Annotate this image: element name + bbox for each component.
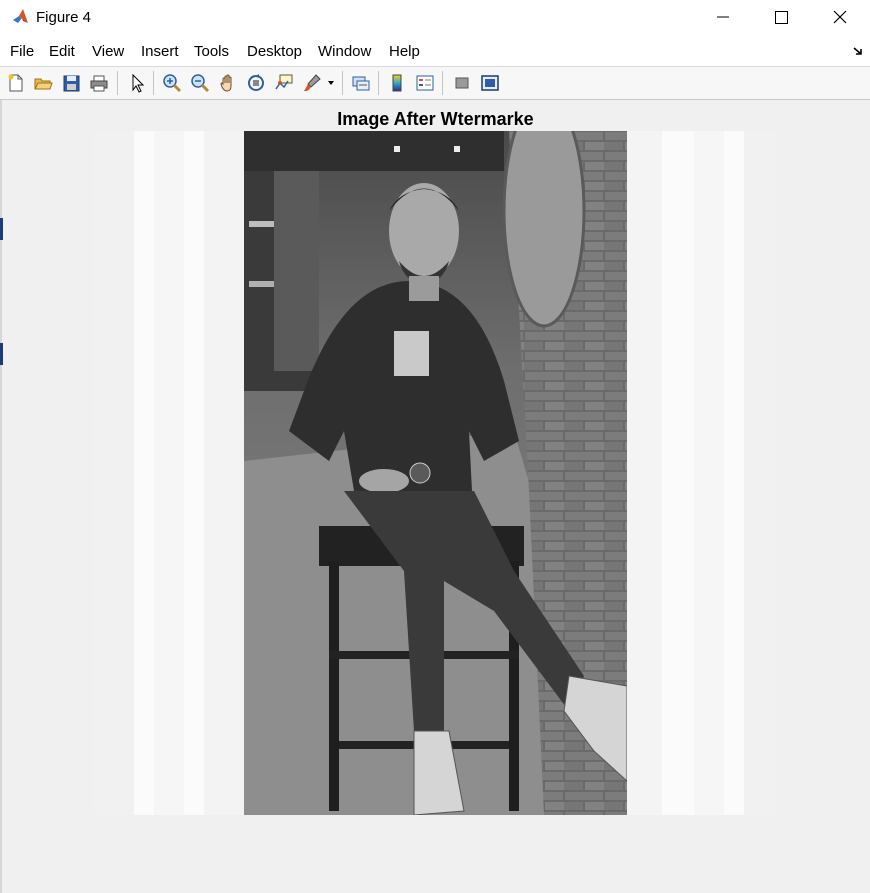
minimize-button[interactable] [694, 0, 752, 34]
open-file-icon[interactable] [31, 71, 55, 95]
new-figure-icon[interactable] [4, 71, 28, 95]
save-icon[interactable] [59, 71, 83, 95]
menu-help[interactable]: Help [389, 43, 420, 60]
figure-toolbar [0, 67, 870, 100]
hide-plot-tools-icon[interactable] [450, 71, 474, 95]
brush-dropdown-icon[interactable] [324, 71, 338, 95]
title-bar: Figure 4 [0, 0, 870, 36]
menu-bar: File Edit View Insert Tools Desktop Wind… [0, 36, 870, 67]
print-icon[interactable] [87, 71, 111, 95]
toolbar-separator [378, 71, 379, 95]
show-plot-tools-icon[interactable] [478, 71, 502, 95]
maximize-button[interactable] [752, 0, 810, 34]
zoom-in-icon[interactable] [160, 71, 184, 95]
rotate-3d-icon[interactable] [244, 71, 268, 95]
edge-marker [0, 218, 3, 240]
toolbar-separator [117, 71, 118, 95]
toolbar-separator [442, 71, 443, 95]
data-cursor-icon[interactable] [272, 71, 296, 95]
grayscale-watermarked-photo [244, 131, 627, 815]
axes-title: Image After Wtermarke [337, 109, 534, 129]
close-icon [833, 10, 847, 24]
image-axes[interactable] [94, 131, 777, 815]
colorbar-icon[interactable] [385, 71, 409, 95]
matlab-logo-icon [11, 7, 31, 27]
menu-tools[interactable]: Tools [194, 43, 229, 60]
menu-view[interactable]: View [92, 43, 124, 60]
edge-marker [0, 343, 3, 365]
pan-hand-icon[interactable] [216, 71, 240, 95]
window-title: Figure 4 [36, 9, 92, 26]
menu-file[interactable]: File [10, 43, 34, 60]
menu-window[interactable]: Window [318, 43, 371, 60]
select-pointer-icon[interactable] [125, 71, 149, 95]
toolbar-separator [342, 71, 343, 95]
brush-icon[interactable] [300, 71, 324, 95]
menu-insert[interactable]: Insert [141, 43, 179, 60]
minimize-icon [717, 16, 729, 18]
link-plot-icon[interactable] [349, 71, 373, 95]
zoom-out-icon[interactable] [188, 71, 212, 95]
legend-icon[interactable] [413, 71, 437, 95]
close-button[interactable] [811, 0, 869, 34]
dock-figure-icon[interactable] [852, 44, 864, 56]
toolbar-separator [153, 71, 154, 95]
menu-edit[interactable]: Edit [49, 43, 75, 60]
maximize-icon [774, 10, 788, 24]
menu-desktop[interactable]: Desktop [247, 43, 302, 60]
